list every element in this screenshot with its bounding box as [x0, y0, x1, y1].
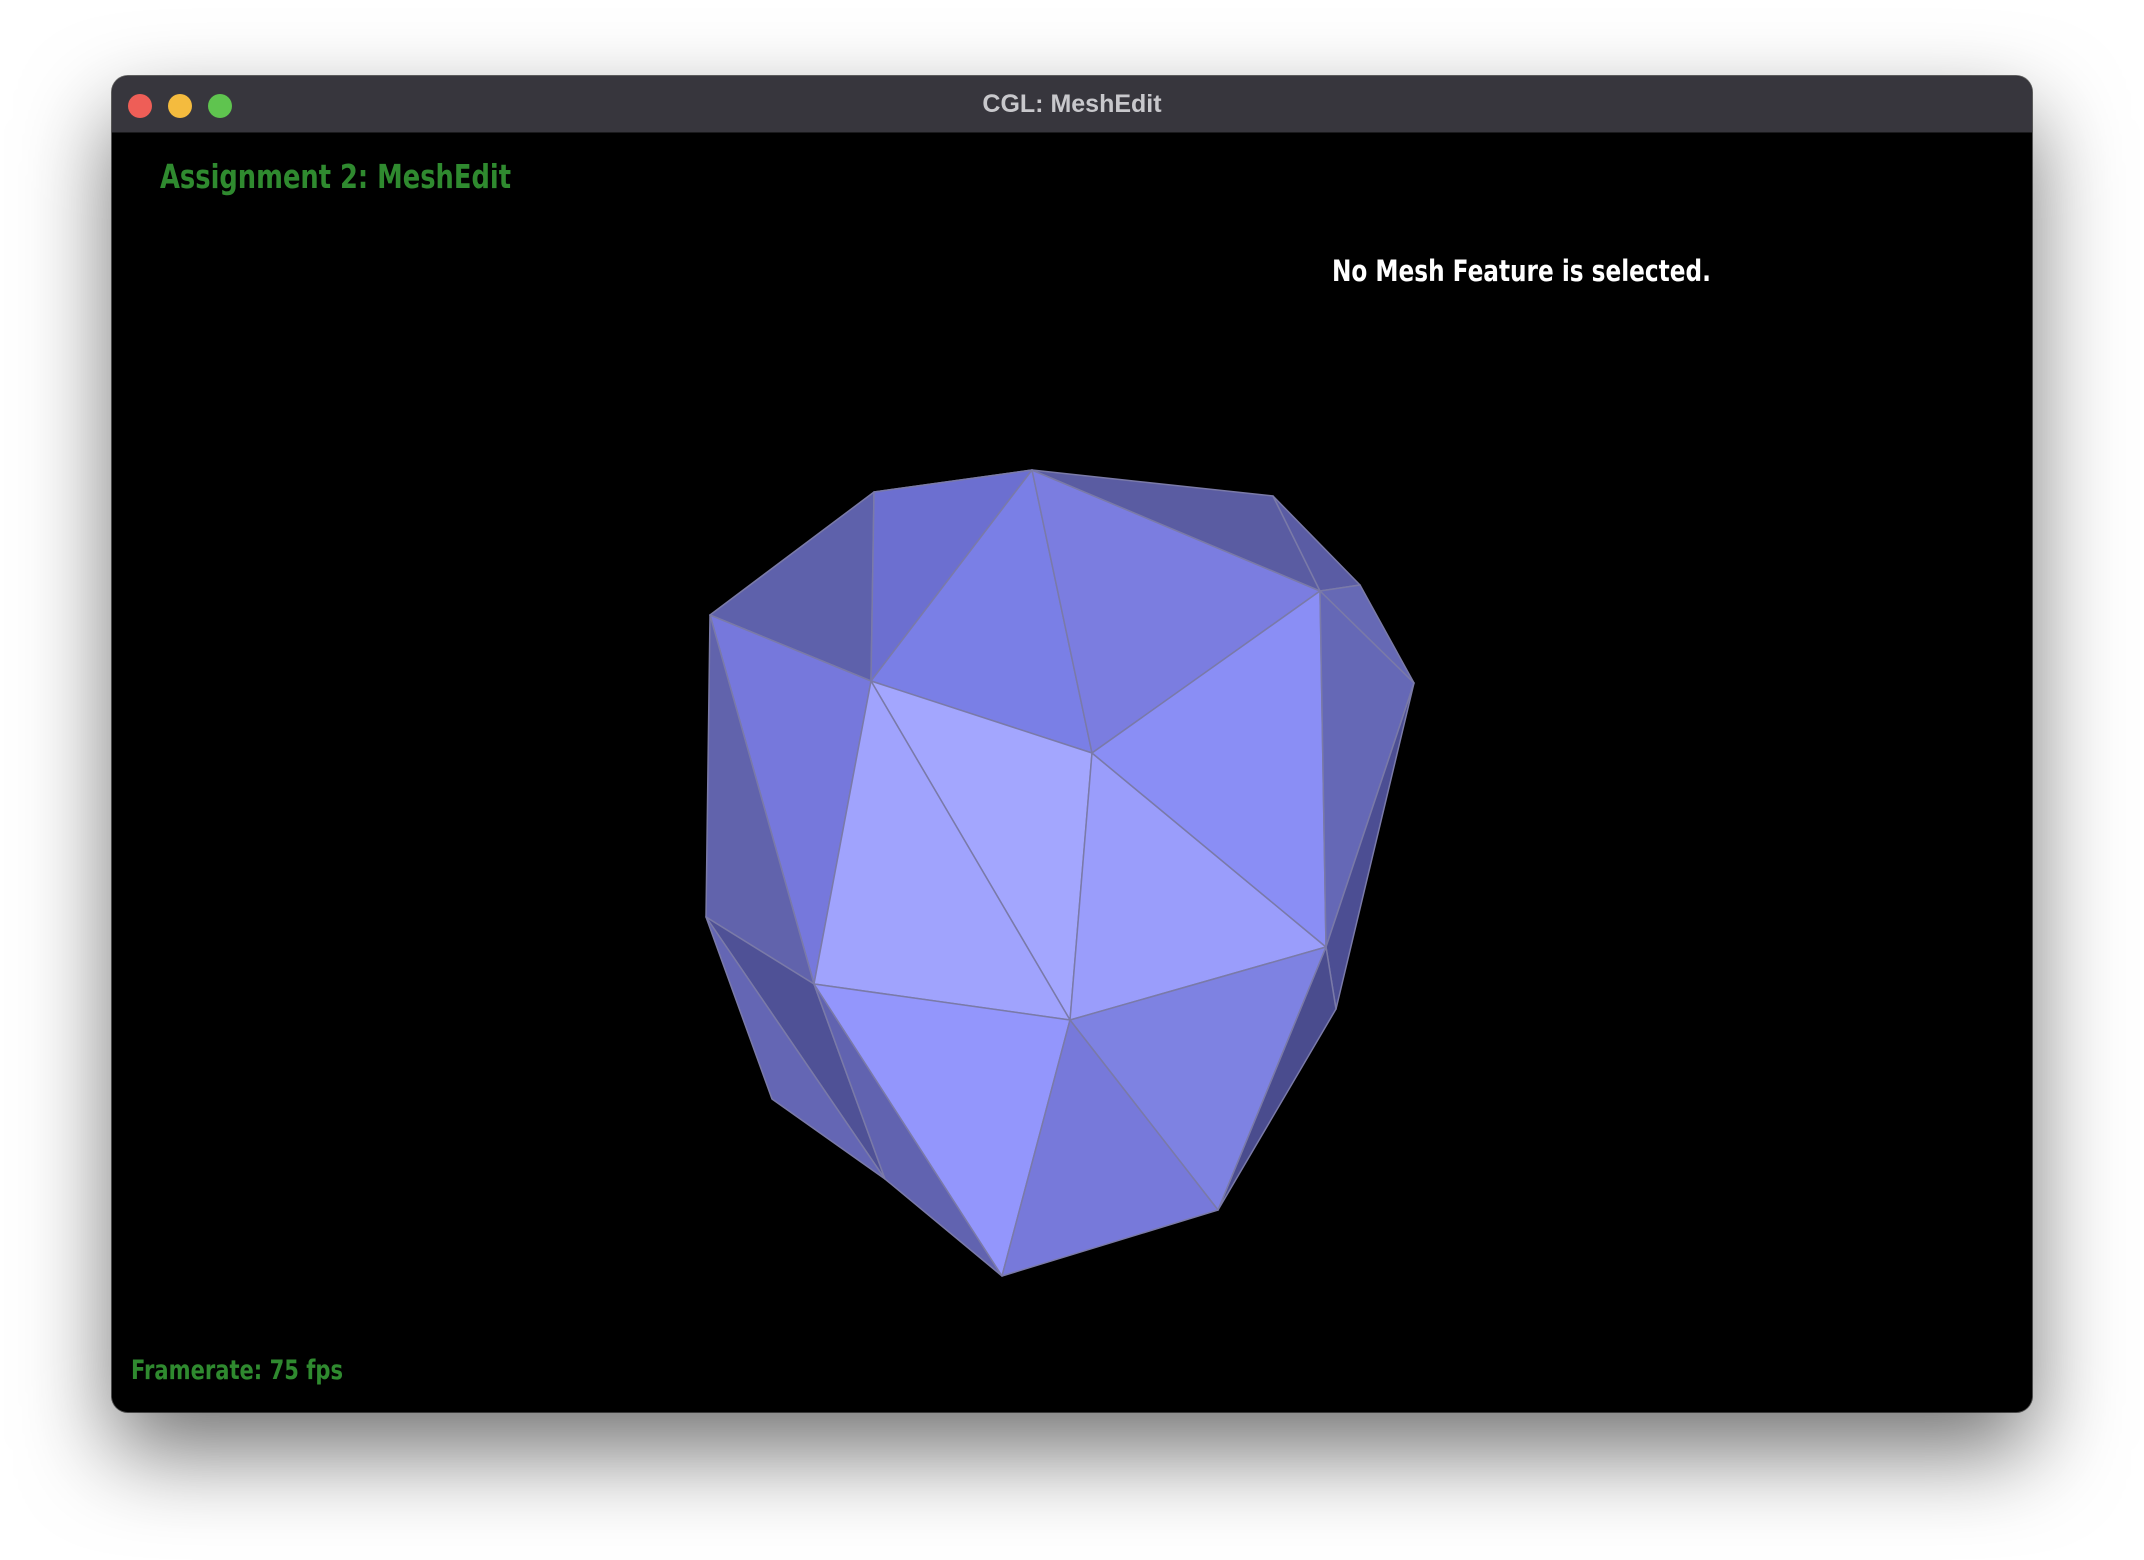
- mesh-viewport[interactable]: Assignment 2: MeshEdit No Mesh Feature i…: [112, 133, 2032, 1412]
- window-title: CGL: MeshEdit: [982, 90, 1162, 118]
- selection-status-text: No Mesh Feature is selected.: [1332, 254, 1711, 288]
- mesh-canvas[interactable]: [112, 133, 2032, 1412]
- app-window: CGL: MeshEdit Assignment 2: MeshEdit No …: [112, 76, 2032, 1412]
- framerate-readout: Framerate: 75 fps: [131, 1355, 343, 1386]
- mesh-face[interactable]: [1319, 590, 1415, 948]
- title-bar[interactable]: CGL: MeshEdit: [112, 76, 2032, 133]
- app-title: Assignment 2: MeshEdit: [160, 157, 512, 196]
